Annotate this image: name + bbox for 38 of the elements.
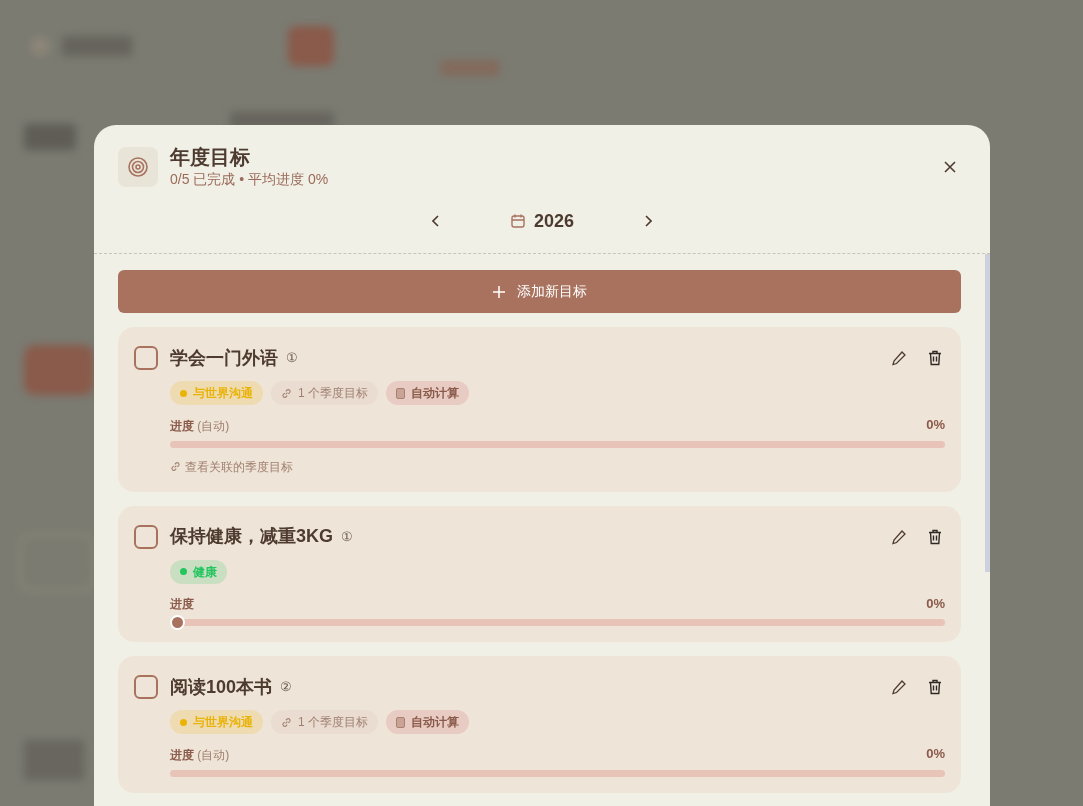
auto-calc-tag: 自动计算 [386,381,469,405]
checkbox[interactable] [134,346,158,370]
add-goal-button[interactable]: 添加新目标 [118,270,961,313]
category-tag: 与世界沟通 [170,710,263,734]
progress-reading: 0% [926,416,945,434]
linked-goals-link[interactable]: 查看关联的季度目标 [170,457,293,476]
priority-number: ② [280,678,293,697]
link-icon [281,387,292,399]
progress-reading: 0% [926,745,945,763]
target-icon [118,147,158,187]
year-label: 2026 [533,209,574,233]
progress-reading: 0% [926,594,945,613]
dialog-title: 年度目标 [170,145,251,169]
goal-title: 保持健康，减重3KG [170,525,333,548]
progress-label: 进度 [170,596,194,613]
calendar-icon [509,213,526,229]
category-tag: 健康 [170,559,227,584]
dialog-summary: 0/5 已完成 • 平均进度 0% [170,170,330,189]
link-icon [281,716,292,728]
linked-goals-tag: 1 个季度目标 [271,710,378,734]
priority-number: ① [286,349,298,368]
link-icon [170,461,181,472]
checkbox[interactable] [134,524,158,549]
checkbox[interactable] [134,675,158,699]
calculator-icon [396,387,405,399]
progress-label: 进度 (自动) [170,417,230,435]
priority-number: ① [341,527,353,546]
plus-icon [492,285,505,298]
scrollbar[interactable] [985,254,990,572]
category-tag: 与世界沟通 [170,381,263,405]
calculator-icon [396,716,405,728]
slider-thumb[interactable] [170,615,185,630]
auto-calc-tag: 自动计算 [386,710,469,734]
linked-goals-tag: 1 个季度目标 [271,381,378,405]
progress-label: 进度 (自动) [170,746,230,764]
goal-title: 阅读100本书 [170,675,273,699]
blurred-heading [24,124,76,150]
goal-title: 学会一门外语 [170,346,278,370]
